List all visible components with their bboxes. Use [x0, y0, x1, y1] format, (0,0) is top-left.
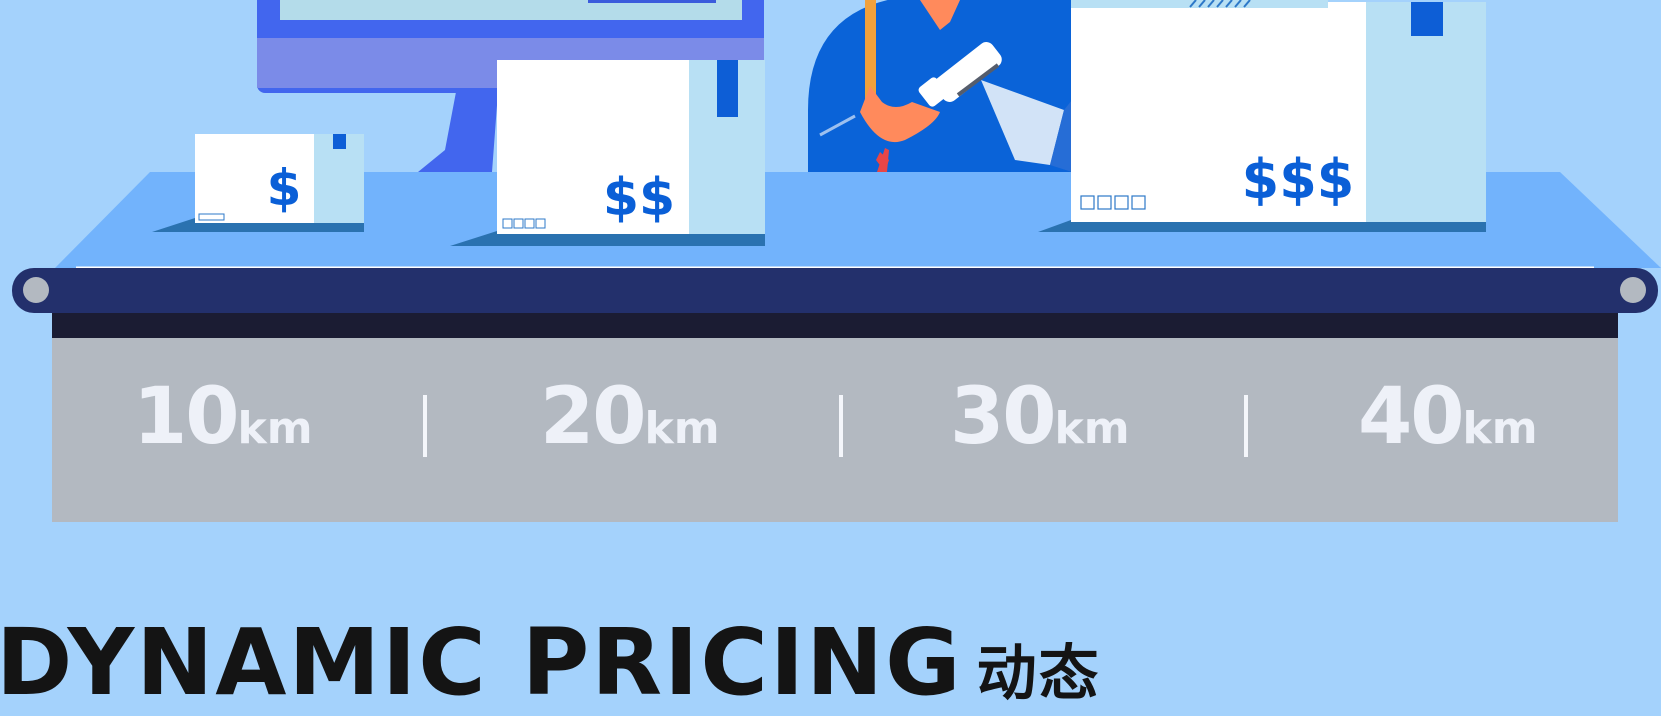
page-title: DYNAMIC PRICING 动态	[0, 617, 1101, 709]
roller-left-icon	[23, 277, 49, 303]
conveyor-scene: $ $$ $$$	[12, 0, 1661, 522]
price-tag-large: $$$	[1242, 148, 1355, 211]
page-title-main: DYNAMIC PRICING	[0, 609, 963, 716]
scale-divider	[1244, 395, 1248, 457]
scale-divider	[839, 395, 843, 457]
roller-right-icon	[1620, 277, 1646, 303]
distance-label-40: 40km	[1358, 372, 1538, 462]
distance-label-30: 30km	[950, 372, 1130, 462]
conveyor-belt	[12, 268, 1658, 338]
courier-figure	[808, 0, 1072, 172]
distance-label-20: 20km	[540, 372, 720, 462]
price-tag-medium: $$	[603, 168, 675, 228]
price-tag-small: $	[267, 159, 302, 217]
distance-label-10: 10km	[133, 372, 313, 462]
scale-divider	[423, 395, 427, 457]
page-title-cjk: 动态	[976, 639, 1101, 709]
